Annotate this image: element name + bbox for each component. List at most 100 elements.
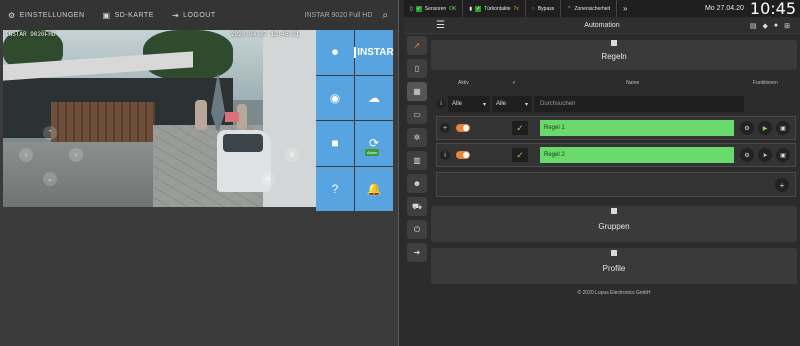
nav-settings[interactable]: ⚙ EINSTELLUNGEN [8, 11, 85, 20]
pointer-cursor-icon[interactable]: ➤ [758, 148, 772, 162]
bypass-icon: ◌ [531, 5, 535, 12]
rule-row[interactable]: i ✓ Regel 2 ⚙ ➤ ▣ [436, 143, 796, 167]
search-placeholder: Durchsuchen [540, 101, 576, 107]
device-icon: ▯ [410, 5, 413, 12]
record-button[interactable]: ⏺ [316, 30, 354, 75]
help-button[interactable]: ? [316, 166, 354, 211]
camera-overlay-label: INSTAR 9020FHD [5, 31, 56, 38]
side-item-settings[interactable]: ✲ [407, 128, 427, 147]
collapse-handle-icon[interactable] [611, 250, 617, 256]
camera-webui-pane: ⚙ EINSTELLUNGEN ▣ SD-KARTE ⇥ LOGOUT INST… [0, 0, 400, 346]
rule-enabled-checkbox[interactable]: ✓ [512, 148, 528, 162]
instar-logo: INSTAR [354, 46, 394, 58]
ptz-left-icon[interactable]: ‹ [19, 148, 33, 162]
chevron-down-icon: ▾ [482, 101, 486, 108]
zoom-out-icon[interactable]: ⊖ [261, 172, 275, 186]
bell-icon: 🔔 [366, 181, 382, 196]
rules-column-headers: Aktiv ✓ Name Funktionen [431, 80, 797, 88]
alarm-arrow-icon: ➚ [413, 41, 421, 50]
search-icon[interactable]: ⌕ [382, 10, 388, 21]
nav-sd-card[interactable]: ▣ SD-KARTE [103, 11, 154, 20]
zoom-in-icon[interactable]: ⊕ [285, 148, 299, 162]
side-item-alarm[interactable]: ➚ [407, 36, 427, 55]
side-item-power[interactable]: ⏻ [407, 220, 427, 239]
col-functions: Funktionen [753, 80, 778, 86]
status-sensors[interactable]: ▯ ✓ Sensoren OK [404, 0, 464, 17]
camera-live-view[interactable]: INSTAR 9020FHD 2020-04-27 10:46:01 ‹ ⌄ ›… [3, 30, 317, 207]
new-rule-row: + [436, 172, 796, 197]
side-nav: ➚ ▯ ▦ ▭ ✲ ▥ ☻ ⛟ ⏻ ➔ [404, 36, 428, 346]
rules-section-header[interactable]: Regeln [431, 40, 797, 70]
ptz-right-icon[interactable]: › [69, 148, 83, 162]
side-item-camera[interactable]: ▭ [407, 105, 427, 124]
side-item-shop[interactable]: ⛟ [407, 197, 427, 216]
side-item-devices[interactable]: ▯ [407, 59, 427, 78]
side-item-stats[interactable]: ▥ [407, 151, 427, 170]
rule-active-toggle[interactable] [456, 124, 470, 132]
alarm-sync-button[interactable]: ⟳ Alarm [355, 121, 393, 166]
rule-active-toggle[interactable] [456, 151, 470, 159]
snapshot-button[interactable]: ◉ [316, 75, 354, 120]
filter-active-select[interactable]: Alle ▾ [448, 96, 490, 112]
filter-active-value: Alle [452, 101, 463, 107]
brand-logo-button[interactable]: INSTAR [354, 30, 394, 75]
check-icon: ✓ [415, 5, 422, 12]
rule-name-field[interactable]: Regel 2 [540, 147, 734, 163]
status-door-value: 7x [513, 5, 519, 12]
filter-info-icon[interactable]: i [436, 99, 446, 109]
status-clock: 10:45 [749, 0, 796, 18]
chevron-double-right-icon[interactable]: » [617, 4, 633, 13]
automation-icon: ▦ [413, 87, 421, 96]
check-icon: ✓ [475, 5, 482, 12]
search-input[interactable]: Durchsuchen [534, 96, 744, 112]
side-item-exit[interactable]: ➔ [407, 243, 427, 262]
status-bypass[interactable]: ◌ Bypass [526, 0, 562, 17]
video-button[interactable]: ■ [316, 121, 354, 166]
status-door-label: Türkontakte [484, 5, 511, 12]
side-item-automation[interactable]: ▦ [407, 82, 427, 101]
ptz-down-icon[interactable]: ⌄ [43, 172, 57, 186]
nav-logout-label: LOGOUT [183, 11, 216, 19]
rule-row[interactable]: + ✓ Regel 1 ⚙ ▶ ▣ [436, 116, 796, 140]
delete-icon[interactable]: ▣ [776, 121, 790, 135]
groups-section-header[interactable]: Gruppen [431, 206, 797, 242]
arrow-right-icon: ➔ [413, 248, 421, 257]
cloud-icon: ☁ [368, 90, 380, 105]
status-door-contacts[interactable]: ▮ ✓ Türkontakte 7x [463, 0, 526, 17]
filter-check-select[interactable]: Alle ▾ [492, 96, 532, 112]
video-camera-icon: ■ [331, 136, 339, 151]
status-zones[interactable]: ⌃ Zonensicherheit [561, 0, 618, 17]
play-icon[interactable]: ▶ [758, 121, 772, 135]
add-rule-button[interactable]: + [775, 178, 789, 192]
chevron-down-icon: ▾ [524, 101, 528, 108]
camera-small-icon: ▭ [413, 110, 421, 119]
question-icon: ? [331, 181, 339, 196]
side-item-users[interactable]: ☻ [407, 174, 427, 193]
profiles-section-header[interactable]: Profile [431, 248, 797, 284]
collapse-handle-icon[interactable] [611, 208, 617, 214]
sensor-icon: ▯ [414, 64, 420, 73]
rule-name-field[interactable]: Regel 1 [540, 120, 734, 136]
collapse-handle-icon[interactable] [611, 40, 617, 46]
power-icon: ⏻ [413, 224, 421, 234]
nav-settings-label: EINSTELLUNGEN [19, 11, 85, 19]
status-zones-label: Zonensicherheit [574, 5, 611, 12]
filter-check-value: Alle [496, 101, 507, 107]
col-check-icon: ✓ [512, 80, 517, 86]
gear-icon[interactable]: ⚙ [740, 121, 754, 135]
camera-top-bar: ⚙ EINSTELLUNGEN ▣ SD-KARTE ⇥ LOGOUT INST… [0, 0, 400, 30]
rules-filter-row: i Alle ▾ Alle ▾ Durchsuchen [436, 95, 796, 113]
nav-logout[interactable]: ⇥ LOGOUT [172, 11, 216, 20]
gear-icon[interactable]: ⚙ [740, 148, 754, 162]
alarm-bell-button[interactable]: 🔔 [355, 166, 393, 211]
cloud-button[interactable]: ☁ [355, 75, 393, 120]
expand-plus-icon[interactable]: + [440, 123, 450, 133]
info-icon[interactable]: i [440, 150, 450, 160]
ptz-up-icon[interactable]: ⌃ [43, 126, 57, 140]
logout-icon: ⇥ [171, 10, 180, 20]
status-sensors-label: Sensoren [424, 5, 447, 12]
rule-enabled-checkbox[interactable]: ✓ [512, 121, 528, 135]
camera-control-grid: ⏺ INSTAR ◉ ☁ ■ ⟳ Alarm ? 🔔 [316, 30, 394, 211]
alarm-badge: Alarm [365, 148, 380, 156]
delete-icon[interactable]: ▣ [776, 148, 790, 162]
